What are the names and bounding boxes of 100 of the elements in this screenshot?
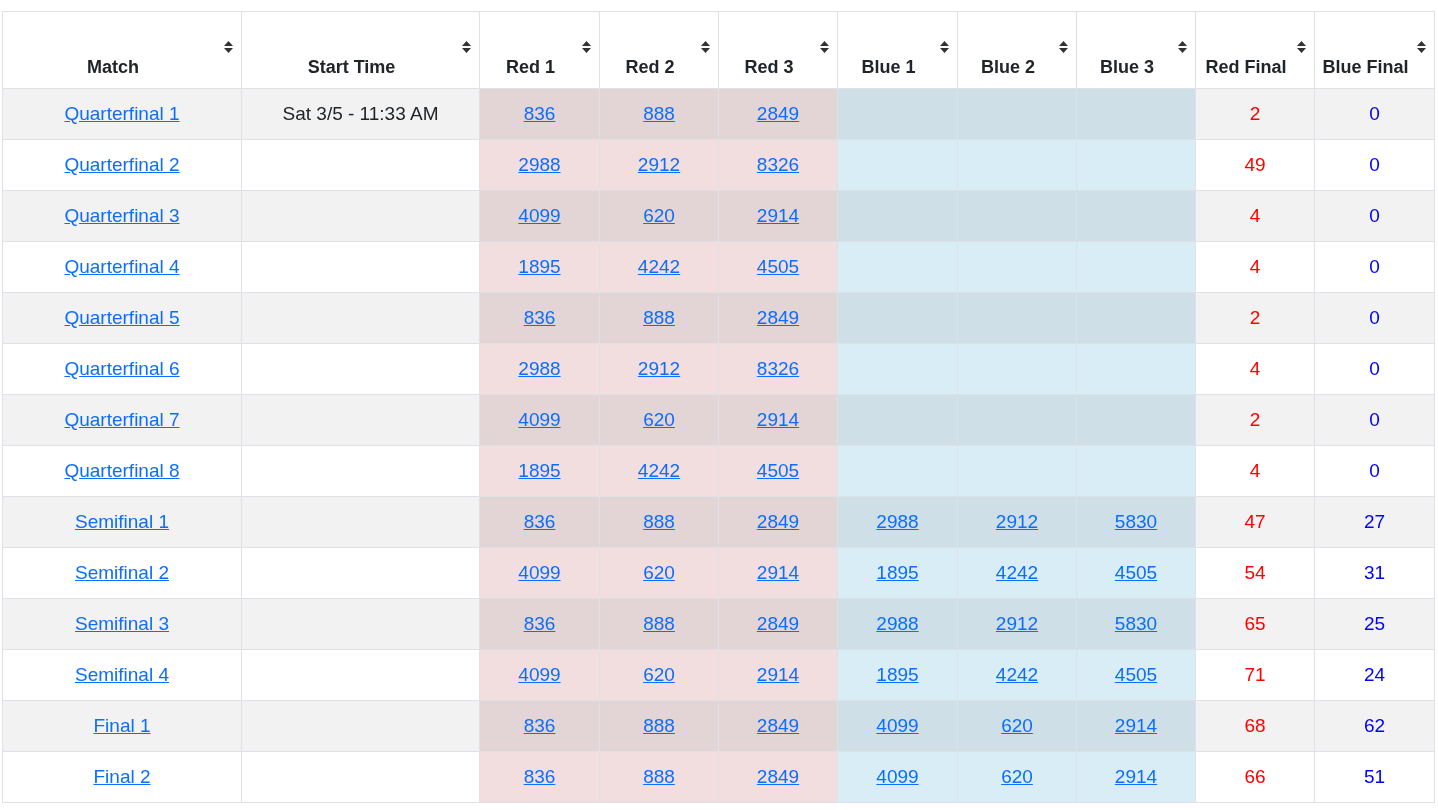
match-link[interactable]: Semifinal 3 xyxy=(75,613,169,634)
team-link[interactable]: 2849 xyxy=(756,511,800,532)
match-link[interactable]: Final 2 xyxy=(93,766,151,787)
column-header[interactable]: Blue Final xyxy=(1314,11,1435,89)
team-link[interactable]: 8326 xyxy=(756,154,800,175)
team-link[interactable]: 888 xyxy=(643,766,675,787)
team-link[interactable]: 2988 xyxy=(876,613,919,634)
team-link[interactable]: 836 xyxy=(523,307,556,328)
team-link[interactable]: 2914 xyxy=(756,205,800,226)
team-link[interactable]: 2914 xyxy=(756,409,800,430)
team-link[interactable]: 836 xyxy=(523,715,556,736)
team-link[interactable]: 836 xyxy=(523,103,556,124)
final-score: 2 xyxy=(1249,103,1261,124)
team-link[interactable]: 4099 xyxy=(518,562,561,583)
match-link[interactable]: Quarterfinal 7 xyxy=(64,409,180,430)
team-link[interactable]: 4242 xyxy=(995,562,1039,583)
team-link[interactable]: 888 xyxy=(643,613,675,634)
team-link[interactable]: 8326 xyxy=(756,358,800,379)
column-header[interactable]: Blue 1 xyxy=(837,11,958,89)
team-link[interactable]: 888 xyxy=(643,103,675,124)
team-link[interactable]: 1895 xyxy=(876,562,919,583)
team-link[interactable]: 2912 xyxy=(637,358,681,379)
team-link[interactable]: 1895 xyxy=(876,664,919,685)
column-header[interactable]: Match xyxy=(2,11,242,89)
match-link[interactable]: Final 1 xyxy=(93,715,151,736)
final-score: 0 xyxy=(1369,358,1380,379)
column-header[interactable]: Red 1 xyxy=(479,11,600,89)
match-link[interactable]: Quarterfinal 5 xyxy=(64,307,180,328)
team-link[interactable]: 620 xyxy=(643,205,675,226)
final-score: 51 xyxy=(1363,766,1386,787)
team-link[interactable]: 5830 xyxy=(1114,613,1158,634)
team-link[interactable]: 2914 xyxy=(756,562,800,583)
team-link[interactable]: 888 xyxy=(643,715,675,736)
team-link[interactable]: 2849 xyxy=(756,766,800,787)
sort-icon xyxy=(1297,41,1306,53)
sort-icon xyxy=(1178,41,1187,53)
sort-icon xyxy=(224,41,233,53)
team-link[interactable]: 888 xyxy=(643,511,675,532)
team-link[interactable]: 620 xyxy=(1001,766,1033,787)
team-link[interactable]: 4099 xyxy=(518,409,561,430)
team-link[interactable]: 4099 xyxy=(518,664,561,685)
team-link[interactable]: 4505 xyxy=(1114,664,1158,685)
column-header[interactable]: Blue 2 xyxy=(957,11,1077,89)
team-link[interactable]: 4505 xyxy=(1114,562,1158,583)
sort-icon xyxy=(820,41,829,53)
final-score: 0 xyxy=(1369,154,1380,175)
team-link[interactable]: 1895 xyxy=(518,460,561,481)
team-link[interactable]: 4242 xyxy=(637,460,681,481)
column-header[interactable]: Red Final xyxy=(1195,11,1315,89)
match-link[interactable]: Quarterfinal 3 xyxy=(64,205,180,226)
final-score: 71 xyxy=(1244,664,1266,685)
team-link[interactable]: 2912 xyxy=(637,154,681,175)
column-header[interactable]: Red 2 xyxy=(599,11,719,89)
team-link[interactable]: 2988 xyxy=(876,511,919,532)
team-link[interactable]: 2849 xyxy=(756,613,800,634)
team-link[interactable]: 4099 xyxy=(518,205,561,226)
column-header[interactable]: Blue 3 xyxy=(1076,11,1196,89)
match-link[interactable]: Quarterfinal 4 xyxy=(64,256,180,277)
team-link[interactable]: 4099 xyxy=(876,715,919,736)
sort-icon xyxy=(940,41,949,53)
match-link[interactable]: Semifinal 2 xyxy=(75,562,169,583)
team-link[interactable]: 5830 xyxy=(1114,511,1158,532)
match-link[interactable]: Semifinal 1 xyxy=(75,511,169,532)
team-link[interactable]: 4505 xyxy=(756,460,800,481)
team-link[interactable]: 2988 xyxy=(518,154,561,175)
match-link[interactable]: Semifinal 4 xyxy=(75,664,169,685)
team-link[interactable]: 2912 xyxy=(995,511,1039,532)
team-link[interactable]: 2912 xyxy=(995,613,1039,634)
team-link[interactable]: 2849 xyxy=(756,103,800,124)
team-link[interactable]: 4242 xyxy=(637,256,681,277)
sort-icon xyxy=(701,41,710,53)
final-score: 2 xyxy=(1249,307,1261,328)
team-link[interactable]: 4505 xyxy=(756,256,800,277)
team-link[interactable]: 2849 xyxy=(756,715,800,736)
team-link[interactable]: 620 xyxy=(643,409,675,430)
column-header[interactable]: Red 3 xyxy=(718,11,838,89)
team-link[interactable]: 836 xyxy=(523,511,556,532)
team-link[interactable]: 1895 xyxy=(518,256,561,277)
team-link[interactable]: 620 xyxy=(643,562,675,583)
sort-icon xyxy=(582,41,591,53)
team-link[interactable]: 888 xyxy=(643,307,675,328)
team-link[interactable]: 4242 xyxy=(995,664,1039,685)
match-link[interactable]: Quarterfinal 1 xyxy=(64,103,180,124)
match-link[interactable]: Quarterfinal 8 xyxy=(64,460,180,481)
start-time: Sat 3/5 - 11:33 AM xyxy=(282,103,439,124)
team-link[interactable]: 620 xyxy=(1001,715,1033,736)
match-link[interactable]: Quarterfinal 2 xyxy=(64,154,180,175)
final-score: 2 xyxy=(1249,409,1261,430)
team-link[interactable]: 2849 xyxy=(756,307,800,328)
team-link[interactable]: 2914 xyxy=(756,664,800,685)
team-link[interactable]: 2988 xyxy=(518,358,561,379)
team-link[interactable]: 620 xyxy=(643,664,675,685)
team-link[interactable]: 836 xyxy=(523,613,556,634)
team-link[interactable]: 4099 xyxy=(876,766,919,787)
column-header[interactable]: Start Time xyxy=(241,11,480,89)
team-link[interactable]: 2914 xyxy=(1114,766,1158,787)
team-link[interactable]: 836 xyxy=(523,766,556,787)
match-link[interactable]: Quarterfinal 6 xyxy=(64,358,180,379)
team-link[interactable]: 2914 xyxy=(1114,715,1158,736)
sort-icon xyxy=(1417,41,1426,53)
